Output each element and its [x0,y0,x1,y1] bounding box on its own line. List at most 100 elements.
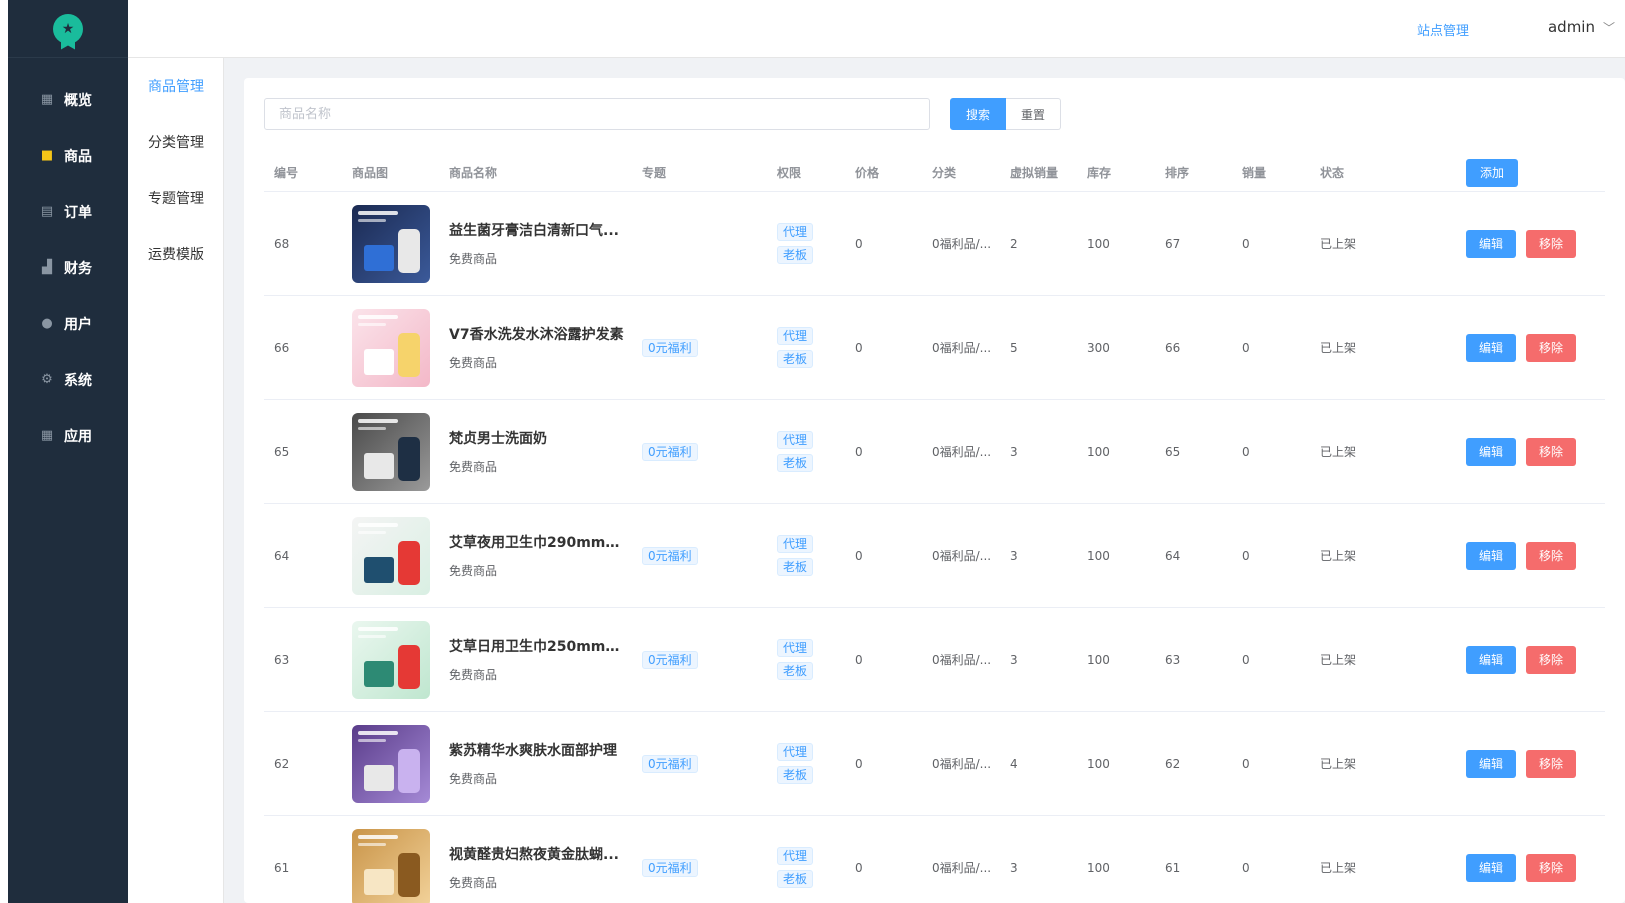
edit-button[interactable]: 编辑 [1466,333,1517,362]
product-name[interactable]: 艾草夜用卫生巾290mm两... [449,532,627,552]
product-stock: 100 [1087,548,1110,563]
sidebar-item-0[interactable]: ▦ 概览 [8,72,128,128]
subnav-item-1[interactable]: 分类管理 [128,114,223,170]
user-menu[interactable]: admin ﹀ [1548,18,1615,36]
product-thumbnail[interactable] [352,412,430,491]
product-image-cell [342,308,439,387]
product-name-search-input[interactable] [264,98,930,130]
product-name[interactable]: 艾草日用卫生巾250mm两... [449,636,627,656]
product-permission-cell: 代理 老板 [767,639,845,680]
secondary-sidebar: 商品管理 分类管理 专题管理 运费模版 [128,58,224,903]
column-header: 编号 [274,166,299,180]
edit-button[interactable]: 编辑 [1466,541,1517,570]
sidebar-item-label: 概览 [64,93,92,109]
product-image-cell [342,620,439,699]
product-name[interactable]: V7香水洗发水沐浴露护发素 [449,324,627,344]
subnav-item-3[interactable]: 运费模版 [128,226,223,282]
topic-tag: 0元福利 [642,442,698,461]
sidebar-item-6[interactable]: ▦ 应用 [8,408,128,464]
edit-button[interactable]: 编辑 [1466,645,1517,674]
thumb-product-box [364,452,394,479]
reset-button[interactable]: 重置 [1006,98,1062,130]
remove-button[interactable]: 移除 [1526,645,1577,674]
bag-icon: ■ [40,148,54,163]
logo[interactable]: ★ [8,0,128,58]
thumb-product-bottle [398,748,420,793]
product-permission-cell: 代理 老板 [767,327,845,368]
sidebar-item-4[interactable]: ● 用户 [8,296,128,352]
sidebar-item-2[interactable]: ▤ 订单 [8,184,128,240]
sidebar-item-5[interactable]: ⚙ 系统 [8,352,128,408]
permission-tag: 代理 [777,743,814,761]
permission-tag: 代理 [777,639,814,657]
product-price: 0 [855,340,863,355]
product-virtual-sales: 4 [1010,756,1018,771]
product-table: 编号 商品图 商品名称 专题 权限 价格 分类 虚拟销量 库存 排序 销量 状态 添加 68 益生菌牙膏洁… [264,154,1605,903]
permission-tags: 代理 老板 [777,535,845,576]
remove-button[interactable]: 移除 [1526,333,1577,362]
thumb-product-bottle [398,436,420,481]
permission-tags: 代理 老板 [777,847,845,888]
product-thumbnail[interactable] [352,308,430,387]
column-header: 库存 [1087,166,1112,180]
remove-button[interactable]: 移除 [1526,437,1577,466]
edit-button[interactable]: 编辑 [1466,749,1517,778]
logo-badge-icon: ★ [53,13,83,44]
product-stock: 100 [1087,236,1110,251]
permission-tag: 代理 [777,431,814,449]
add-product-button[interactable]: 添加 [1466,158,1519,187]
product-name[interactable]: 视黄醛贵妇熬夜黄金肽蝴... [449,844,627,864]
subnav-item-0[interactable]: 商品管理 [128,58,223,114]
product-category: 0福利品/... [932,237,992,251]
sidebar-item-3[interactable]: ▟ 财务 [8,240,128,296]
product-stock: 100 [1087,652,1110,667]
product-topic-cell: 0元福利 [632,650,767,669]
sidebar-item-label: 财务 [64,261,92,277]
edit-button[interactable]: 编辑 [1466,229,1517,258]
product-thumbnail[interactable] [352,516,430,595]
subnav-item-2[interactable]: 专题管理 [128,170,223,226]
table-row: 61 视黄醛贵妇熬夜黄金肽蝴... 免费商品 0元福利 代理 老板 0 0福利品/... 3 10… [264,816,1605,903]
table-row: 63 艾草日用卫生巾250mm两... 免费商品 0元福利 代理 老板 0 0福利品/... 3… [264,608,1605,712]
product-name[interactable]: 紫苏精华水爽肤水面部护理 [449,740,627,760]
product-category: 0福利品/... [932,757,992,771]
product-category: 0福利品/... [932,445,992,459]
table-header: 编号 商品图 商品名称 专题 权限 价格 分类 虚拟销量 库存 排序 销量 状态 添加 [264,154,1605,192]
search-bar: 搜索 重置 [264,98,1062,130]
topic-tag: 0元福利 [642,546,698,565]
product-thumbnail[interactable] [352,204,430,283]
product-virtual-sales: 5 [1010,340,1018,355]
product-name[interactable]: 益生菌牙膏洁白清新口气... [449,220,627,240]
product-id: 62 [274,756,290,771]
search-button[interactable]: 搜索 [950,98,1007,130]
thumb-text-line [358,634,386,638]
product-price: 0 [855,236,863,251]
column-header: 销量 [1242,166,1267,180]
user-name: admin [1547,18,1595,36]
product-category: 0福利品/... [932,549,992,563]
remove-button[interactable]: 移除 [1526,541,1577,570]
product-permission-cell: 代理 老板 [767,743,845,784]
thumb-text-line [358,730,398,735]
product-id: 64 [274,548,290,563]
main-content: 搜索 重置 编号 商品图 商品名称 专题 权限 价格 分类 虚拟销量 库存 排序 销量 状态 添加 68… [224,58,1625,903]
gear-icon: ⚙ [41,372,53,387]
remove-button[interactable]: 移除 [1526,229,1577,258]
edit-button[interactable]: 编辑 [1466,853,1517,882]
product-category: 0福利品/... [932,341,992,355]
site-management-link[interactable]: 站点管理 [1417,20,1469,39]
edit-button[interactable]: 编辑 [1466,437,1517,466]
product-thumbnail[interactable] [352,724,430,803]
remove-button[interactable]: 移除 [1526,853,1577,882]
row-actions: 编辑 移除 [1388,333,1605,362]
product-virtual-sales: 2 [1010,236,1018,251]
product-thumbnail[interactable] [352,620,430,699]
row-actions: 编辑 移除 [1388,229,1605,258]
remove-button[interactable]: 移除 [1526,749,1577,778]
product-name[interactable]: 梵贞男士洗面奶 [449,428,627,448]
product-status: 已上架 [1320,653,1357,667]
product-thumbnail[interactable] [352,828,430,903]
product-id: 66 [274,340,290,355]
product-sort: 66 [1165,340,1181,355]
sidebar-item-1[interactable]: ■ 商品 [8,128,128,184]
